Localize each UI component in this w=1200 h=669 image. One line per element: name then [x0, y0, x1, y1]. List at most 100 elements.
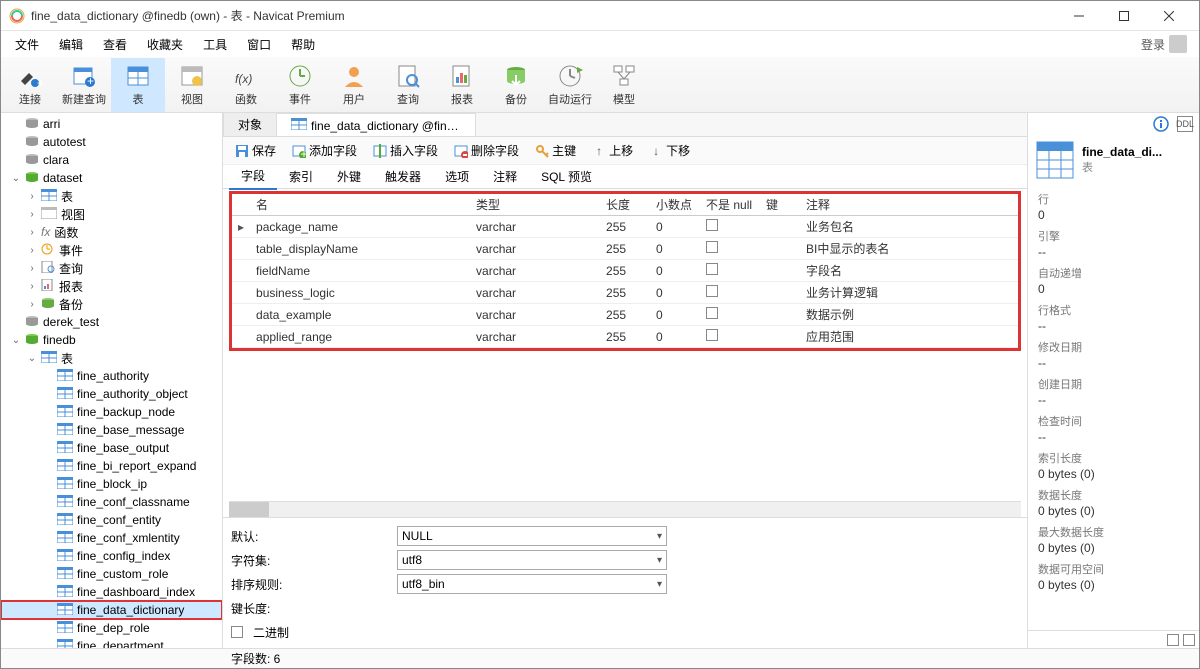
charset-select[interactable]: utf8▾	[397, 550, 667, 570]
tree-node-fine_base_output[interactable]: fine_base_output	[1, 439, 222, 457]
toolbar-autorun-button[interactable]: 自动运行	[543, 58, 597, 112]
tbl-icon	[57, 639, 73, 649]
tree-node-备份[interactable]: ›备份	[1, 295, 222, 313]
tree-node-fine_department[interactable]: fine_department	[1, 637, 222, 648]
subtab-索引[interactable]: 索引	[277, 164, 325, 189]
subtab-触发器[interactable]: 触发器	[373, 164, 433, 189]
toolbar-function-button[interactable]: f(x)函数	[219, 58, 273, 112]
menu-工具[interactable]: 工具	[193, 32, 237, 57]
close-button[interactable]	[1146, 2, 1191, 30]
tree-node-fine_backup_node[interactable]: fine_backup_node	[1, 403, 222, 421]
tree-node-表[interactable]: ›表	[1, 187, 222, 205]
menu-窗口[interactable]: 窗口	[237, 32, 281, 57]
default-select[interactable]: NULL▾	[397, 526, 667, 546]
object-tree[interactable]: arriautotestclara⌄dataset›表›视图›fx函数›事件›查…	[1, 113, 223, 648]
tree-node-事件[interactable]: ›事件	[1, 241, 222, 259]
info-icon[interactable]	[1153, 116, 1169, 132]
toolbar-newquery-button[interactable]: +新建查询	[57, 58, 111, 112]
tree-node-fine_dashboard_index[interactable]: fine_dashboard_index	[1, 583, 222, 601]
col-不是 null[interactable]: 不是 null	[700, 194, 760, 216]
action-pk-button[interactable]: 主键	[529, 140, 582, 161]
grid-hscrollbar[interactable]	[229, 501, 1021, 517]
tree-node-fine_conf_entity[interactable]: fine_conf_entity	[1, 511, 222, 529]
toolbar-connect-button[interactable]: +连接	[3, 58, 57, 112]
field-row-fieldName[interactable]: fieldNamevarchar2550字段名	[232, 260, 1018, 282]
toolbar-model-button[interactable]: 模型	[597, 58, 651, 112]
tree-node-fine_config_index[interactable]: fine_config_index	[1, 547, 222, 565]
collation-select[interactable]: utf8_bin▾	[397, 574, 667, 594]
toolbar-table-button[interactable]: 表	[111, 58, 165, 112]
tree-node-fine_authority_object[interactable]: fine_authority_object	[1, 385, 222, 403]
tree-node-fine_conf_classname[interactable]: fine_conf_classname	[1, 493, 222, 511]
menu-收藏夹[interactable]: 收藏夹	[137, 32, 193, 57]
toolbar-event-button[interactable]: 事件	[273, 58, 327, 112]
menu-查看[interactable]: 查看	[93, 32, 137, 57]
binary-checkbox[interactable]	[231, 626, 243, 638]
tree-node-derek_test[interactable]: derek_test	[1, 313, 222, 331]
tree-node-arri[interactable]: arri	[1, 115, 222, 133]
tbl-icon	[41, 189, 57, 204]
tree-node-fine_base_message[interactable]: fine_base_message	[1, 421, 222, 439]
ddl-icon[interactable]: DDL	[1177, 116, 1193, 132]
menu-编辑[interactable]: 编辑	[49, 32, 93, 57]
tree-node-fine_bi_report_expand[interactable]: fine_bi_report_expand	[1, 457, 222, 475]
action-save-button[interactable]: 保存	[229, 140, 282, 161]
action-up-button[interactable]: ↑上移	[586, 140, 639, 161]
action-delfield-button[interactable]: 删除字段	[448, 140, 525, 161]
toolbar-user-button[interactable]: 用户	[327, 58, 381, 112]
tree-node-表[interactable]: ⌄表	[1, 349, 222, 367]
tree-node-fine_block_ip[interactable]: fine_block_ip	[1, 475, 222, 493]
menubar: 文件编辑查看收藏夹工具窗口帮助 登录	[1, 31, 1199, 57]
tree-node-查询[interactable]: ›查询	[1, 259, 222, 277]
minimize-button[interactable]	[1056, 2, 1101, 30]
action-down-button[interactable]: ↓下移	[643, 140, 696, 161]
tree-node-finedb[interactable]: ⌄finedb	[1, 331, 222, 349]
tree-node-fine_data_dictionary[interactable]: fine_data_dictionary	[1, 601, 222, 619]
col-长度[interactable]: 长度	[600, 194, 650, 216]
menu-帮助[interactable]: 帮助	[281, 32, 325, 57]
col-名[interactable]: 名	[250, 194, 470, 216]
maximize-button[interactable]	[1101, 2, 1146, 30]
view-icon	[41, 207, 57, 222]
tab-对象[interactable]: 对象	[223, 113, 277, 136]
fields-grid[interactable]: 名类型长度小数点不是 null键注释 ▸package_namevarchar2…	[232, 194, 1018, 348]
action-insertfield-button[interactable]: 插入字段	[367, 140, 444, 161]
subtab-字段[interactable]: 字段	[229, 163, 277, 190]
field-row-table_displayName[interactable]: table_displayNamevarchar2550BI中显示的表名	[232, 238, 1018, 260]
tree-node-函数[interactable]: ›fx函数	[1, 223, 222, 241]
field-row-applied_range[interactable]: applied_rangevarchar2550应用范围	[232, 326, 1018, 348]
tree-node-报表[interactable]: ›报表	[1, 277, 222, 295]
tree-node-fine_custom_role[interactable]: fine_custom_role	[1, 565, 222, 583]
col-键[interactable]: 键	[760, 194, 800, 216]
field-row-business_logic[interactable]: business_logicvarchar2550业务计算逻辑	[232, 282, 1018, 304]
menu-文件[interactable]: 文件	[5, 32, 49, 57]
tree-node-fine_dep_role[interactable]: fine_dep_role	[1, 619, 222, 637]
toolbar-query-button[interactable]: 查询	[381, 58, 435, 112]
col-小数点[interactable]: 小数点	[650, 194, 700, 216]
tree-node-fine_conf_xmlentity[interactable]: fine_conf_xmlentity	[1, 529, 222, 547]
statusbar: 字段数: 6	[1, 648, 1199, 668]
tree-node-autotest[interactable]: autotest	[1, 133, 222, 151]
field-row-data_example[interactable]: data_examplevarchar2550数据示例	[232, 304, 1018, 326]
tree-node-fine_authority[interactable]: fine_authority	[1, 367, 222, 385]
subtab-外键[interactable]: 外键	[325, 164, 373, 189]
toolbar-report-button[interactable]: 报表	[435, 58, 489, 112]
tab-fine_data_dictionary @fine...[interactable]: fine_data_dictionary @fine...	[276, 113, 476, 136]
login-link[interactable]: 登录	[1133, 31, 1195, 57]
panel-toggle-2[interactable]	[1183, 634, 1195, 646]
subtab-选项[interactable]: 选项	[433, 164, 481, 189]
tree-node-dataset[interactable]: ⌄dataset	[1, 169, 222, 187]
col-类型[interactable]: 类型	[470, 194, 600, 216]
tbl-icon	[57, 621, 73, 636]
prop-自动递增: 自动递增0	[1038, 265, 1189, 296]
panel-toggle-1[interactable]	[1167, 634, 1179, 646]
action-addfield-button[interactable]: +添加字段	[286, 140, 363, 161]
tree-node-clara[interactable]: clara	[1, 151, 222, 169]
subtab-SQL 预览[interactable]: SQL 预览	[529, 164, 604, 189]
field-row-package_name[interactable]: ▸package_namevarchar2550业务包名	[232, 216, 1018, 238]
tree-node-视图[interactable]: ›视图	[1, 205, 222, 223]
subtab-注释[interactable]: 注释	[481, 164, 529, 189]
toolbar-view-button[interactable]: 视图	[165, 58, 219, 112]
col-注释[interactable]: 注释	[800, 194, 1018, 216]
toolbar-backup-button[interactable]: 备份	[489, 58, 543, 112]
